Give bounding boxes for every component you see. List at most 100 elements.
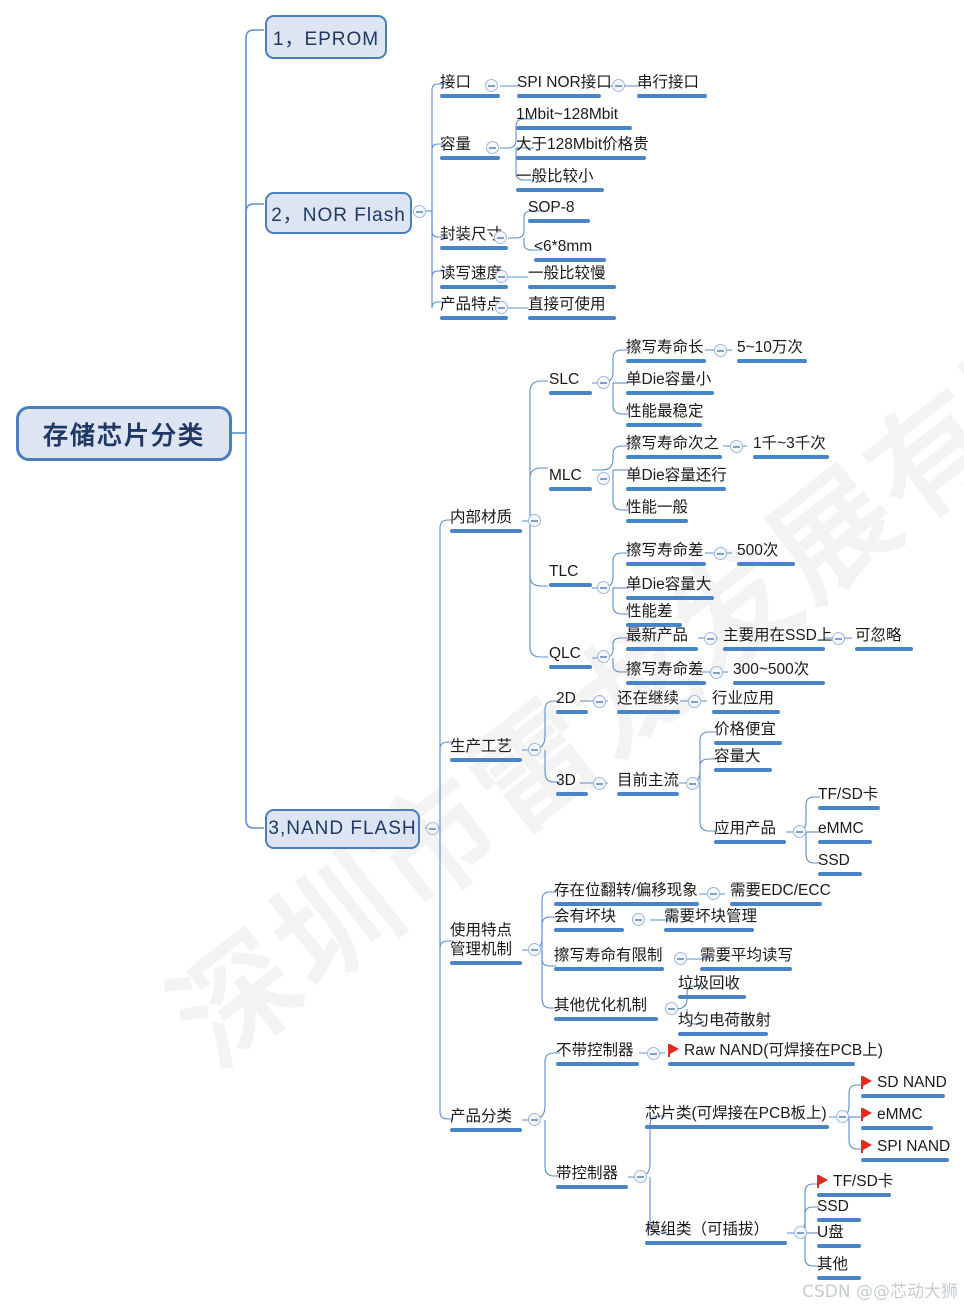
node-module-ssd[interactable]: SSD (817, 1198, 861, 1225)
node-process-3d[interactable]: 3D (556, 772, 588, 799)
node-app-ssd[interactable]: SSD (818, 852, 862, 879)
node-nand-material[interactable]: 内部材质 (450, 509, 522, 536)
toggle-nor-flash[interactable] (413, 205, 426, 218)
node-badblock[interactable]: 会有坏块 (554, 908, 624, 935)
node-app-emmc[interactable]: eMMC (818, 820, 872, 847)
node-qlc-new[interactable]: 最新产品 (626, 627, 698, 654)
node-module-udisk[interactable]: U盘 (817, 1224, 861, 1251)
node-2d-industry[interactable]: 行业应用 (712, 690, 780, 717)
node-tlc-perf[interactable]: 性能差 (626, 603, 682, 630)
toggle-nor-interface-spi[interactable] (612, 79, 625, 92)
node-slc-life[interactable]: 擦写寿命长 (626, 339, 706, 366)
toggle-chip-type[interactable] (836, 1110, 849, 1123)
node-nor-capacity-range[interactable]: 1Mbit~128Mbit (516, 106, 632, 133)
toggle-nand-flash[interactable] (426, 822, 439, 835)
node-process-2d[interactable]: 2D (556, 690, 588, 717)
branch-nand-flash[interactable]: 3,NAND FLASH (265, 809, 420, 849)
toggle-process-3d[interactable] (593, 777, 606, 790)
node-mlc-life[interactable]: 擦写寿命次之 (626, 435, 722, 462)
toggle-nand-process[interactable] (528, 743, 541, 756)
node-life-limit[interactable]: 擦写寿命有限制 (554, 947, 664, 974)
node-nand-usage[interactable]: 使用特点 管理机制 (450, 921, 522, 968)
node-nor-feature-direct[interactable]: 直接可使用 (528, 296, 616, 323)
node-nor-speed-slow[interactable]: 一般比较慢 (528, 265, 616, 292)
toggle-mlc-life[interactable] (730, 440, 743, 453)
node-3d-mainstream[interactable]: 目前主流 (617, 772, 679, 799)
node-qlc-life[interactable]: 擦写寿命差 (626, 661, 706, 688)
toggle-nor-package[interactable] (494, 231, 507, 244)
node-nor-package-size[interactable]: <6*8mm (534, 238, 606, 265)
node-nor-interface-serial[interactable]: 串行接口 (637, 74, 707, 101)
toggle-process-2d[interactable] (593, 695, 606, 708)
node-mlc[interactable]: MLC (549, 467, 592, 494)
node-other-optim[interactable]: 其他优化机制 (554, 997, 658, 1024)
toggle-bitflip[interactable] (707, 887, 720, 900)
node-bitflip[interactable]: 存在位翻转/偏移现象 (554, 882, 699, 909)
node-module-tfsd[interactable]: TF/SD卡 (817, 1173, 893, 1200)
node-wear-leveling[interactable]: 需要平均读写 (700, 947, 793, 974)
node-2d-continue[interactable]: 还在继续 (617, 690, 680, 717)
node-nor-capacity-price[interactable]: 大于128Mbit价格贵 (516, 136, 649, 163)
node-slc[interactable]: SLC (549, 371, 592, 398)
toggle-qlc[interactable] (597, 650, 610, 663)
toggle-nor-speed[interactable] (495, 270, 508, 283)
toggle-nand-material[interactable] (528, 514, 541, 527)
node-nor-interface-spi[interactable]: SPI NOR接口 (517, 74, 612, 101)
toggle-nor-interface[interactable] (485, 79, 498, 92)
node-chip-spi-nand[interactable]: SPI NAND (861, 1138, 950, 1165)
node-3d-apps[interactable]: 应用产品 (714, 820, 786, 847)
node-nor-package-sop8[interactable]: SOP-8 (528, 199, 590, 226)
toggle-2d-continue[interactable] (688, 695, 701, 708)
node-app-tfsd[interactable]: TF/SD卡 (818, 786, 880, 813)
root-node[interactable]: 存储芯片分类 (16, 406, 232, 461)
node-charge-spread[interactable]: 均匀电荷散射 (678, 1012, 771, 1039)
node-mlc-perf[interactable]: 性能一般 (626, 499, 688, 526)
branch-nor-flash[interactable]: 2，NOR Flash (265, 192, 412, 234)
node-tlc-life-count[interactable]: 500次 (737, 542, 795, 569)
node-qlc-life-count[interactable]: 300~500次 (733, 661, 825, 688)
node-tlc-life[interactable]: 擦写寿命差 (626, 542, 706, 569)
node-slc-perf[interactable]: 性能最稳定 (626, 403, 704, 430)
node-mlc-life-count[interactable]: 1千~3千次 (753, 435, 829, 462)
node-qlc[interactable]: QLC (549, 645, 592, 672)
node-tlc-die[interactable]: 单Die容量大 (626, 576, 714, 603)
toggle-qlc-life[interactable] (710, 666, 723, 679)
node-chip-sd-nand[interactable]: SD NAND (861, 1074, 947, 1101)
toggle-no-controller[interactable] (647, 1047, 660, 1060)
node-nand-process[interactable]: 生产工艺 (450, 738, 522, 765)
toggle-badblock[interactable] (632, 913, 645, 926)
toggle-3d-apps[interactable] (793, 825, 806, 838)
node-3d-capacity[interactable]: 容量大 (714, 748, 772, 775)
toggle-nor-capacity[interactable] (486, 141, 499, 154)
node-raw-nand[interactable]: Raw NAND(可焊接在PCB上) (668, 1042, 883, 1069)
node-with-controller[interactable]: 带控制器 (556, 1165, 628, 1192)
node-slc-life-count[interactable]: 5~10万次 (737, 339, 807, 366)
toggle-nand-category[interactable] (528, 1113, 541, 1126)
node-garbage-collect[interactable]: 垃圾回收 (678, 975, 746, 1002)
node-chip-emmc[interactable]: eMMC (861, 1106, 933, 1133)
node-badblock-mgmt[interactable]: 需要坏块管理 (664, 908, 757, 935)
toggle-3d-mainstream[interactable] (686, 777, 699, 790)
node-3d-cheap[interactable]: 价格便宜 (714, 721, 782, 748)
node-nor-capacity-small[interactable]: 一般比较小 (516, 168, 604, 195)
toggle-slc[interactable] (597, 376, 610, 389)
toggle-module-type[interactable] (794, 1226, 807, 1239)
toggle-with-controller[interactable] (634, 1170, 647, 1183)
toggle-tlc-life[interactable] (714, 547, 727, 560)
toggle-qlc-ssd[interactable] (832, 632, 845, 645)
node-mlc-die[interactable]: 单Die容量还行 (626, 467, 727, 494)
node-qlc-ignore[interactable]: 可忽略 (855, 627, 913, 654)
node-tlc[interactable]: TLC (549, 563, 592, 590)
toggle-nand-usage[interactable] (528, 943, 541, 956)
toggle-qlc-new[interactable] (704, 632, 717, 645)
toggle-other-optim[interactable] (665, 1002, 678, 1015)
node-edc-ecc[interactable]: 需要EDC/ECC (730, 882, 831, 909)
toggle-slc-life[interactable] (714, 344, 727, 357)
node-no-controller[interactable]: 不带控制器 (556, 1042, 639, 1069)
toggle-nor-feature[interactable] (495, 301, 508, 314)
branch-eprom[interactable]: 1，EPROM (265, 15, 387, 59)
node-slc-die[interactable]: 单Die容量小 (626, 371, 714, 398)
node-module-type[interactable]: 模组类（可插拔） (645, 1221, 787, 1248)
node-qlc-ssd[interactable]: 主要用在SSD上 (723, 627, 832, 654)
toggle-life-limit[interactable] (674, 952, 687, 965)
